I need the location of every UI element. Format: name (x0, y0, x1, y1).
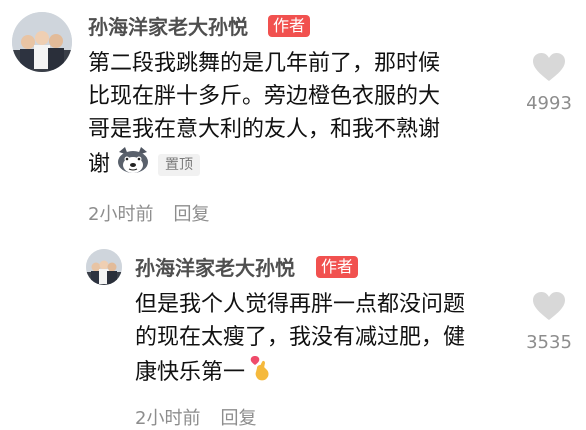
author-tag: 作者 (268, 15, 311, 37)
timestamp: 2小时前 (135, 408, 201, 429)
author-tag: 作者 (316, 256, 359, 278)
comment-line: 但是我个人觉得再胖一点都没问题 (135, 292, 466, 317)
avatar-photo (86, 249, 122, 285)
avatar[interactable] (12, 12, 72, 72)
like-count: 3535 (526, 332, 572, 353)
avatar[interactable] (86, 249, 122, 285)
comment-line: 谢 (88, 152, 111, 177)
comment-line: 第二段我跳舞的是几年前了，那时候 (88, 51, 441, 76)
comment-line: 的现在太瘦了，我没有减过肥，健 (135, 325, 466, 350)
comment-text: 但是我个人觉得再胖一点都没问题 的现在太瘦了，我没有减过肥，健 康快乐第一 (135, 288, 465, 392)
like-count: 4993 (526, 93, 572, 114)
finger-heart-emoji-icon (249, 354, 271, 392)
comment-line: 哥是我在意大利的友人，和我不熟谢 (88, 117, 441, 142)
timestamp: 2小时前 (88, 204, 154, 225)
comment-line: 康快乐第一 (135, 360, 246, 385)
pinned-badge: 置顶 (158, 154, 201, 176)
comment-thread: 孙海洋家老大孙悦 作者 第二段我跳舞的是几年前了，那时候 比现在胖十多斤。旁边橙… (0, 0, 586, 430)
author-name[interactable]: 孙海洋家老大孙悦 (88, 17, 248, 37)
comment-line-last: 谢 置顶 (88, 146, 440, 184)
heart-icon[interactable] (532, 52, 566, 82)
comment-meta: 2小时前 回复 (88, 206, 209, 224)
heart-icon[interactable] (532, 291, 566, 321)
avatar-photo (12, 12, 72, 72)
comment-line: 比现在胖十多斤。旁边橙色衣服的大 (88, 84, 441, 109)
comment-text: 第二段我跳舞的是几年前了，那时候 比现在胖十多斤。旁边橙色衣服的大 哥是我在意大… (88, 47, 440, 184)
reply-button[interactable]: 回复 (220, 408, 256, 429)
comment-meta: 2小时前 回复 (135, 410, 256, 428)
author-name[interactable]: 孙海洋家老大孙悦 (135, 258, 295, 278)
husky-emoji-icon (114, 146, 152, 184)
comment-line-last: 康快乐第一 (135, 354, 465, 392)
reply-button[interactable]: 回复 (173, 204, 209, 225)
